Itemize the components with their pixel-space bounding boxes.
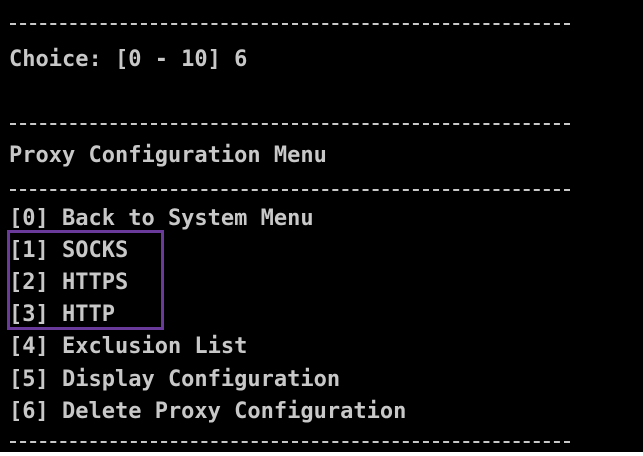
choice-prompt: Choice: [0 - 10] 6 [9,47,248,72]
highlight-box [7,230,164,330]
menu-item-display-configuration: [5] Display Configuration [9,367,341,392]
menu-item-delete-proxy-configuration: [6] Delete Proxy Configuration [9,399,407,424]
menu-title: Proxy Configuration Menu [9,143,327,168]
separator-line [10,189,570,191]
separator-line [10,441,570,443]
separator-line [10,123,570,125]
separator-line [10,23,570,25]
terminal-window: Choice: [0 - 10] 6 Proxy Configuration M… [0,0,643,452]
menu-item-exclusion-list: [4] Exclusion List [9,334,248,359]
